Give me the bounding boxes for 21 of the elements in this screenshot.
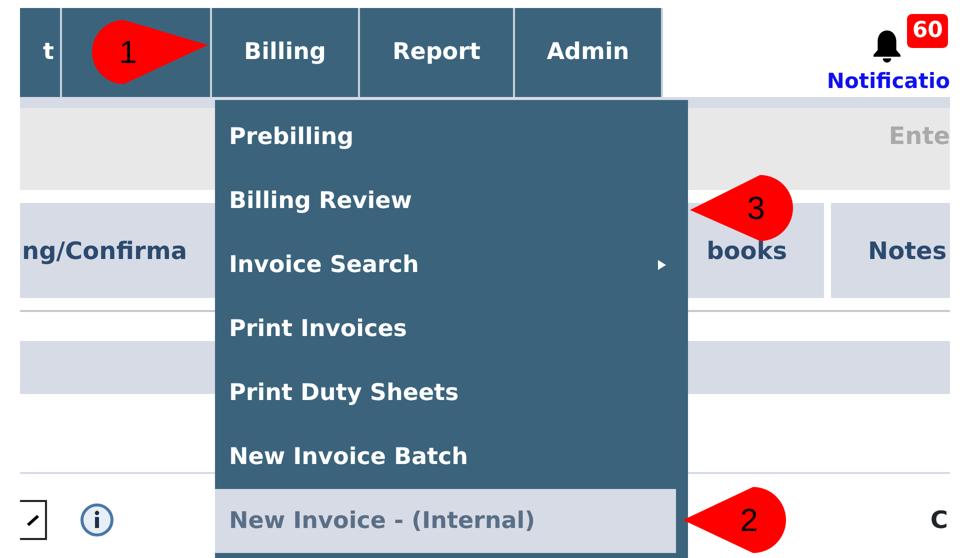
- nav-tab[interactable]: Report: [360, 8, 515, 97]
- menu-item[interactable]: Print Invoices: [215, 297, 676, 361]
- nav-tab[interactable]: t: [20, 8, 62, 97]
- search-placeholder: Ente: [888, 121, 950, 152]
- menu-item[interactable]: New Invoice - (Internal): [215, 489, 676, 553]
- notification-count: 60: [907, 14, 948, 48]
- checkbox[interactable]: [20, 500, 47, 540]
- step-number: 1: [119, 34, 137, 70]
- menu-item[interactable]: Prebilling: [215, 105, 676, 169]
- submenu-arrow-icon: [658, 260, 666, 270]
- cell-text: C: [930, 505, 948, 536]
- section-tab[interactable]: Notes: [831, 203, 950, 298]
- notifications-link[interactable]: Notificatio: [826, 66, 950, 97]
- nav-tab[interactable]: Admin: [515, 8, 663, 97]
- menu-item[interactable]: New Invoice Batch: [215, 425, 676, 489]
- menu-item[interactable]: Print Duty Sheets: [215, 361, 676, 425]
- info-icon[interactable]: [80, 503, 114, 537]
- check-icon: [26, 513, 40, 527]
- nav-tab[interactable]: Billing: [212, 8, 360, 97]
- step-number: 3: [747, 190, 765, 226]
- step-number: 2: [740, 502, 758, 538]
